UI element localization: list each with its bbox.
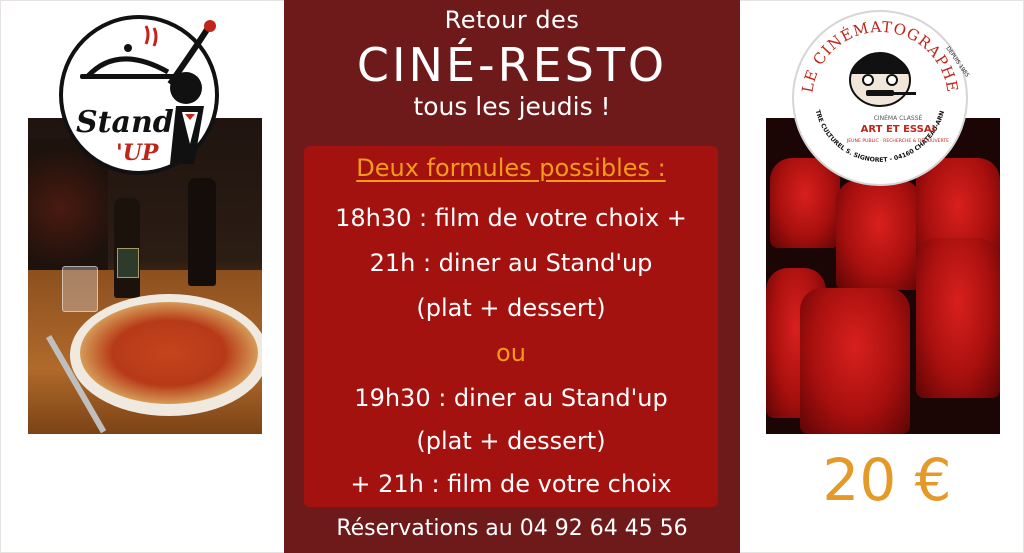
- header-subtitle: tous les jeudis !: [413, 92, 611, 121]
- header-retour: Retour des: [444, 6, 580, 34]
- wine-bottle: [188, 178, 216, 286]
- formula2-line3: + 21h : film de votre choix: [350, 470, 672, 498]
- reservation-phone: Réservations au 04 92 64 45 56: [336, 516, 688, 541]
- cigar-icon: [894, 92, 916, 95]
- price: 20 €: [822, 446, 952, 514]
- standup-logo: Stand 'UP: [59, 15, 219, 175]
- formulas-title: Deux formules possibles :: [356, 154, 666, 182]
- cine-logo-art: ART ET ESSAI: [861, 124, 936, 135]
- header-title: CINÉ-RESTO: [356, 38, 668, 92]
- seat: [916, 238, 1000, 398]
- bottle-label: [117, 248, 139, 278]
- pizza: [80, 302, 258, 404]
- formula1-line3: (plat + dessert): [416, 294, 606, 322]
- main-panel: Retour des CINÉ-RESTO tous les jeudis ! …: [284, 0, 740, 553]
- seat: [836, 180, 922, 290]
- standup-logo-text: Stand: [76, 105, 174, 140]
- cinematographe-logo: LE CINÉMATOGRAPHE CENTRE CULTUREL S. SIG…: [790, 8, 970, 186]
- formula1-line1: 18h30 : film de votre choix +: [335, 204, 687, 232]
- formula-separator: ou: [496, 339, 526, 367]
- standup-logo-text-up: 'UP: [116, 140, 160, 166]
- formula1-line2: 21h : diner au Stand'up: [369, 249, 653, 277]
- cine-logo-classe: CINÉMA CLASSÉ: [874, 114, 923, 122]
- formula2-line2: (plat + dessert): [416, 427, 606, 455]
- seat: [800, 288, 910, 434]
- water-glass: [62, 266, 98, 312]
- formulas-box: Deux formules possibles : 18h30 : film d…: [304, 146, 718, 507]
- formula2-line1: 19h30 : diner au Stand'up: [354, 384, 668, 412]
